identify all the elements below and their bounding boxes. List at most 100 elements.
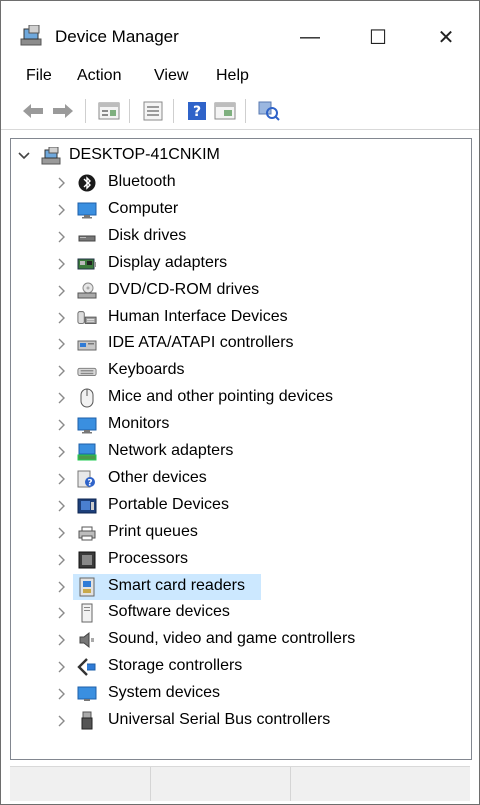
- tree-item[interactable]: IDE ATA/ATAPI controllers: [11, 331, 471, 357]
- scan-hardware-icon[interactable]: [257, 99, 281, 123]
- tree-item[interactable]: Display adapters: [11, 251, 471, 277]
- chevron-right-icon[interactable]: [55, 600, 69, 626]
- tree-item[interactable]: Storage controllers: [11, 654, 471, 680]
- menu-bar: File Action View Help: [1, 61, 479, 91]
- chevron-right-icon[interactable]: [55, 574, 69, 600]
- close-button[interactable]: ✕: [423, 15, 469, 59]
- chevron-right-icon[interactable]: [55, 708, 69, 734]
- tree-item[interactable]: Mice and other pointing devices: [11, 385, 471, 411]
- software-device-icon: [77, 603, 97, 623]
- tree-item[interactable]: Keyboards: [11, 358, 471, 384]
- menu-help[interactable]: Help: [216, 67, 249, 85]
- tree-item-label: Keyboards: [108, 361, 185, 379]
- chevron-right-icon[interactable]: [55, 278, 69, 304]
- unknown-device-icon: ?: [77, 469, 97, 489]
- show-hidden-icon[interactable]: [213, 99, 237, 123]
- tree-item[interactable]: Processors: [11, 547, 471, 573]
- mouse-icon: [77, 388, 97, 408]
- chevron-right-icon[interactable]: [55, 170, 69, 196]
- device-tree[interactable]: DESKTOP-41CNKIM Bluetooth Computer Disk dr…: [10, 138, 472, 760]
- keyboard-icon: [77, 361, 97, 381]
- device-manager-window: Device Manager — ☐ ✕ File Action View He…: [0, 0, 480, 805]
- tree-item[interactable]: Disk drives: [11, 224, 471, 250]
- toolbar-separator: [85, 99, 86, 123]
- chevron-right-icon[interactable]: [55, 654, 69, 680]
- properties-icon[interactable]: [97, 99, 121, 123]
- chevron-down-icon[interactable]: [17, 143, 31, 169]
- tree-item-label: Disk drives: [108, 226, 187, 244]
- tree-item[interactable]: ? Other devices: [11, 466, 471, 492]
- tree-root[interactable]: DESKTOP-41CNKIM: [11, 143, 471, 169]
- monitor-icon: [77, 200, 97, 220]
- status-segment: [150, 767, 291, 801]
- chevron-right-icon[interactable]: [55, 412, 69, 438]
- chevron-right-icon[interactable]: [55, 466, 69, 492]
- chevron-right-icon[interactable]: [55, 627, 69, 653]
- tree-item[interactable]: Portable Devices: [11, 493, 471, 519]
- menu-view[interactable]: View: [154, 67, 188, 85]
- svg-text:?: ?: [87, 478, 92, 488]
- chevron-right-icon[interactable]: [55, 493, 69, 519]
- back-arrow-icon[interactable]: [21, 99, 45, 123]
- tree-item[interactable]: Network adapters: [11, 439, 471, 465]
- window-title: Device Manager: [55, 27, 179, 46]
- usb-icon: [77, 711, 97, 731]
- toolbar-separator: [129, 99, 130, 123]
- tree-item-label: Portable Devices: [108, 495, 229, 513]
- disk-drive-icon: [77, 227, 97, 247]
- chevron-right-icon[interactable]: [55, 681, 69, 707]
- tree-item[interactable]: Software devices: [11, 600, 471, 626]
- chevron-right-icon[interactable]: [55, 439, 69, 465]
- storage-controller-icon: [77, 657, 97, 677]
- maximize-button[interactable]: ☐: [355, 15, 401, 59]
- tree-item[interactable]: Universal Serial Bus controllers: [11, 708, 471, 734]
- bluetooth-icon: [77, 173, 97, 193]
- dvd-drive-icon: [77, 281, 97, 301]
- tree-item[interactable]: Print queues: [11, 520, 471, 546]
- tree-item-label: Processors: [108, 549, 189, 567]
- tree-item[interactable]: DVD/CD-ROM drives: [11, 278, 471, 304]
- title-bar[interactable]: Device Manager — ☐ ✕: [1, 1, 479, 59]
- smart-card-reader-icon: [77, 577, 97, 597]
- hid-icon: [77, 308, 97, 328]
- chevron-right-icon[interactable]: [55, 305, 69, 331]
- tree-item-label: Smart card readers: [108, 576, 245, 594]
- printer-icon: [77, 523, 97, 543]
- tree-item[interactable]: Bluetooth: [11, 170, 471, 196]
- tree-item[interactable]: Smart card readers: [11, 573, 471, 600]
- chevron-right-icon[interactable]: [55, 358, 69, 384]
- minimize-button[interactable]: —: [287, 15, 333, 59]
- chevron-right-icon[interactable]: [55, 197, 69, 223]
- tree-item-label: Sound, video and game controllers: [108, 630, 356, 648]
- display-adapter-icon: [77, 254, 97, 274]
- update-driver-icon[interactable]: [141, 99, 165, 123]
- status-bar: [10, 766, 470, 801]
- tree-item[interactable]: System devices: [11, 681, 471, 707]
- tree-item[interactable]: Human Interface Devices: [11, 305, 471, 331]
- toolbar: ?: [1, 93, 479, 130]
- chevron-right-icon[interactable]: [55, 331, 69, 357]
- tree-root-label: DESKTOP-41CNKIM: [69, 146, 220, 163]
- tree-item[interactable]: Computer: [11, 197, 471, 223]
- computer-root-icon: [41, 146, 61, 166]
- chevron-right-icon[interactable]: [55, 520, 69, 546]
- help-icon[interactable]: ?: [185, 99, 209, 123]
- chevron-right-icon[interactable]: [55, 251, 69, 277]
- tree-item-label: Storage controllers: [108, 657, 243, 675]
- menu-action[interactable]: Action: [77, 67, 121, 85]
- tree-item[interactable]: Monitors: [11, 412, 471, 438]
- chevron-right-icon[interactable]: [55, 385, 69, 411]
- tree-item-label: DVD/CD-ROM drives: [108, 280, 260, 298]
- tree-item-label: Computer: [108, 199, 179, 217]
- chevron-right-icon[interactable]: [55, 224, 69, 250]
- forward-arrow-icon[interactable]: [51, 99, 75, 123]
- status-segment: [10, 767, 151, 801]
- tree-item-label: Print queues: [108, 522, 198, 540]
- tree-item[interactable]: Sound, video and game controllers: [11, 627, 471, 653]
- menu-file[interactable]: File: [26, 67, 52, 85]
- portable-device-icon: [77, 496, 97, 516]
- tree-item-label: Display adapters: [108, 253, 228, 271]
- chevron-right-icon[interactable]: [55, 547, 69, 573]
- toolbar-separator: [173, 99, 174, 123]
- tree-item-label: Monitors: [108, 415, 170, 433]
